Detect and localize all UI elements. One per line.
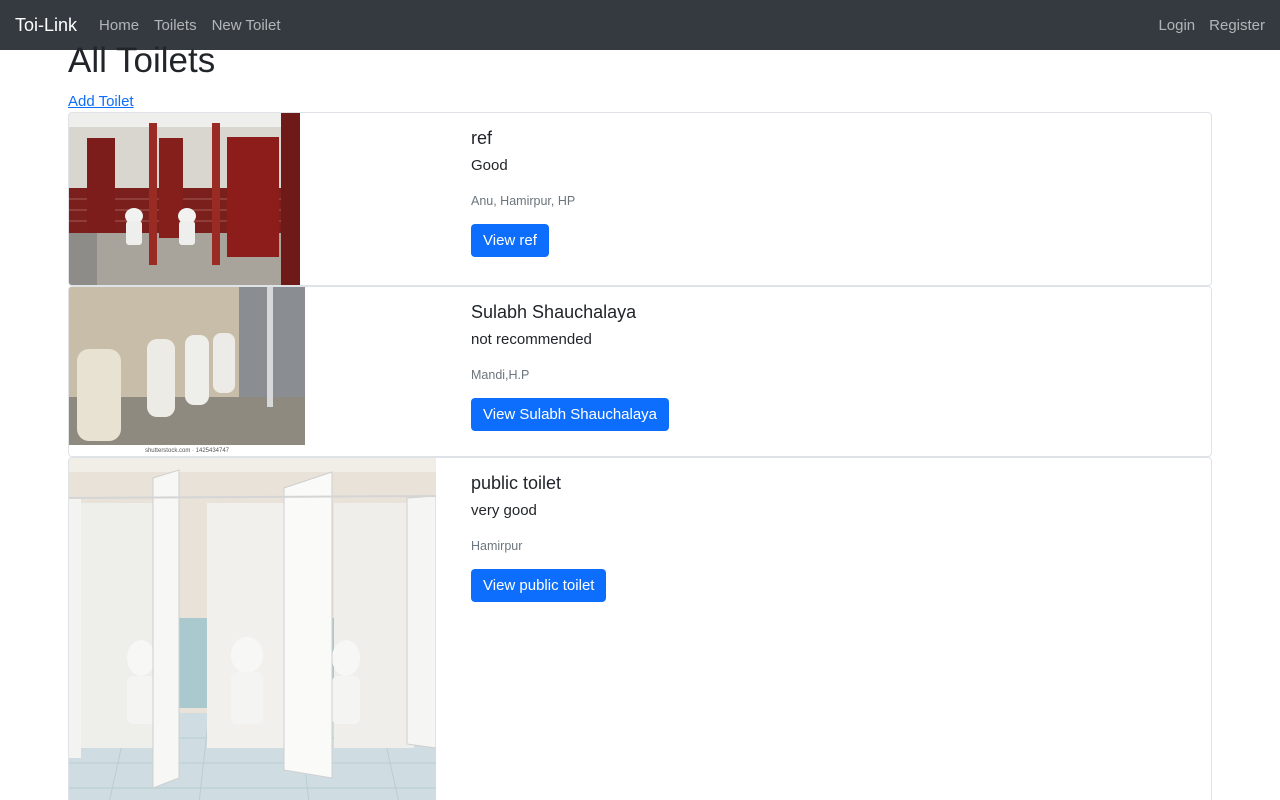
image-caption: shutterstock.com · 1425434747: [69, 445, 305, 456]
nav-toilets[interactable]: Toilets: [154, 17, 197, 34]
page-title: All Toilets: [68, 41, 216, 80]
brand-link[interactable]: Toi-Link: [15, 15, 77, 36]
toilet-location: Mandi,H.P: [471, 368, 530, 382]
toilet-description: not recommended: [471, 331, 592, 348]
card-body: public toilet very good Hamirpur View pu…: [471, 472, 607, 602]
view-toilet-button[interactable]: View Sulabh Shauchalaya: [471, 398, 670, 431]
toilet-card: public toilet very good Hamirpur View pu…: [68, 457, 1212, 800]
nav-login[interactable]: Login: [1158, 17, 1195, 34]
nav-register[interactable]: Register: [1209, 17, 1265, 34]
toilet-location: Hamirpur: [471, 539, 523, 553]
toilet-location: Anu, Hamirpur, HP: [471, 194, 576, 208]
view-toilet-button[interactable]: View public toilet: [471, 569, 607, 602]
toilet-name: public toilet: [471, 473, 562, 493]
toilet-description: very good: [471, 502, 537, 519]
nav-new-toilet[interactable]: New Toilet: [212, 17, 281, 34]
nav-home[interactable]: Home: [99, 17, 139, 34]
toilet-card: ref Good Anu, Hamirpur, HP View ref: [68, 112, 1212, 286]
card-body: Sulabh Shauchalaya not recommended Mandi…: [471, 301, 670, 431]
toilet-card: shutterstock.com · 1425434747 Sulabh Sha…: [68, 286, 1212, 457]
add-toilet-link[interactable]: Add Toilet: [68, 93, 134, 110]
toilet-description: Good: [471, 157, 508, 174]
toilet-image: shutterstock.com · 1425434747: [69, 287, 305, 456]
view-toilet-button[interactable]: View ref: [471, 224, 549, 257]
toilet-image: [69, 113, 300, 285]
card-body: ref Good Anu, Hamirpur, HP View ref: [471, 127, 575, 257]
toilet-image: [69, 458, 436, 800]
toilet-name: Sulabh Shauchalaya: [471, 302, 637, 322]
toilet-name: ref: [471, 128, 493, 148]
nav-right: Login Register: [1144, 17, 1265, 34]
